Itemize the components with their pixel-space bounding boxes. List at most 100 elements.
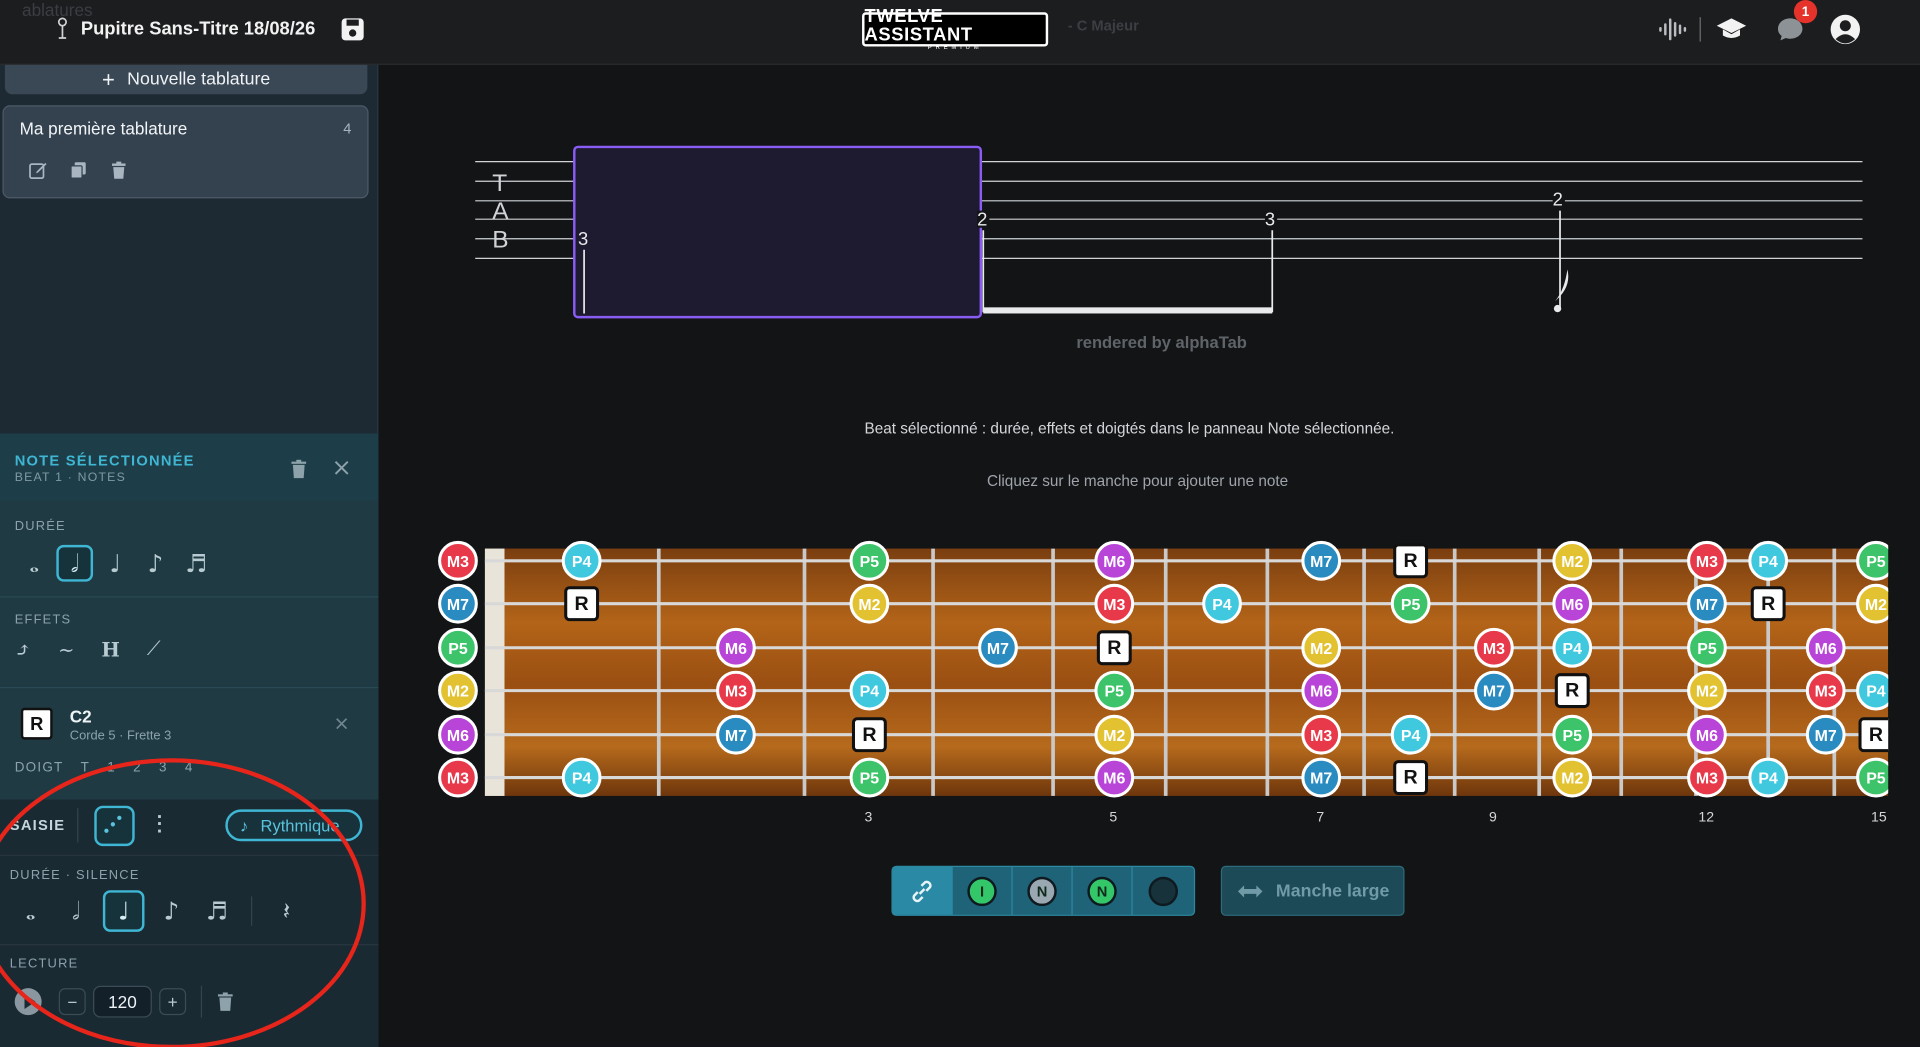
note-marker-p4[interactable]: P4 <box>1748 540 1789 581</box>
note-marker-m2[interactable]: M2 <box>1552 540 1593 581</box>
note-marker-m3[interactable]: M3 <box>1094 583 1135 624</box>
finger-2-button[interactable]: 2 <box>133 760 142 775</box>
root-note-marker[interactable]: R <box>1393 760 1429 796</box>
note-marker-p5[interactable]: P5 <box>1856 540 1889 581</box>
note-marker-m6[interactable]: M6 <box>716 627 756 668</box>
tablature-card[interactable]: Ma première tablature 4 <box>2 105 369 199</box>
tab-note[interactable]: 3 <box>1265 208 1275 229</box>
finger-thumb-button[interactable]: T <box>81 760 90 775</box>
bend-effect-button[interactable]: ⤴ <box>15 637 31 660</box>
eighth-note-button[interactable]: ♪ <box>153 893 190 930</box>
tab-note[interactable]: 2 <box>1553 189 1563 210</box>
rhythm-mode-button[interactable]: ♪ Rythmique <box>225 809 363 842</box>
note-marker-m6[interactable]: M6 <box>438 714 478 755</box>
link-button[interactable] <box>892 866 953 915</box>
finger-4-button[interactable]: 4 <box>185 760 194 775</box>
play-button[interactable] <box>14 988 42 1016</box>
note-marker-m2[interactable]: M2 <box>849 583 890 624</box>
note-marker-p4[interactable]: P4 <box>849 670 890 711</box>
tab-staff[interactable]: T A B 3 2 3 2 <box>475 137 1865 333</box>
note-marker-m2[interactable]: M2 <box>1301 627 1342 668</box>
note-marker-p4[interactable]: P4 <box>1390 714 1431 755</box>
root-note-marker[interactable]: R <box>1858 717 1889 753</box>
note-marker-m6[interactable]: M6 <box>1687 714 1727 755</box>
note-marker-p5[interactable]: P5 <box>1390 583 1431 624</box>
root-note-marker[interactable]: R <box>1096 630 1132 666</box>
tempo-input[interactable]: 120 <box>93 985 152 1018</box>
note-marker-m3[interactable]: M3 <box>438 757 478 798</box>
note-marker-p5[interactable]: P5 <box>1687 627 1727 668</box>
note-marker-m3[interactable]: M3 <box>438 540 478 581</box>
note-marker-p5[interactable]: P5 <box>438 627 478 668</box>
root-note-marker[interactable]: R <box>564 586 600 622</box>
whole-note-button[interactable]: 𝅝 <box>12 893 49 930</box>
trash-icon[interactable] <box>290 459 307 479</box>
quarter-note-button[interactable]: ♩ <box>102 890 145 932</box>
note-marker-m3[interactable]: M3 <box>1301 714 1342 755</box>
close-icon[interactable] <box>333 459 350 476</box>
half-note-button[interactable]: 𝅗𝅥 <box>58 893 95 930</box>
hide-notes-button[interactable] <box>1133 867 1193 915</box>
vibrato-effect-button[interactable]: ∼ <box>58 637 74 660</box>
note-marker-m7[interactable]: M7 <box>1301 757 1342 798</box>
close-icon[interactable] <box>334 716 349 731</box>
tab-note[interactable]: 2 <box>977 208 987 229</box>
note-marker-p5[interactable]: P5 <box>849 540 890 581</box>
note-marker-p5[interactable]: P5 <box>1094 670 1135 711</box>
root-note-marker[interactable]: R <box>1393 543 1429 579</box>
slide-effect-button[interactable]: ⟋ <box>147 637 161 661</box>
note-marker-m7[interactable]: M7 <box>716 714 756 755</box>
quarter-note-button[interactable]: ♩ <box>97 545 134 582</box>
tempo-decrease-button[interactable]: − <box>58 988 86 1016</box>
note-marker-m3[interactable]: M3 <box>1805 670 1846 711</box>
half-note-button[interactable]: 𝅗𝅥 <box>56 544 94 582</box>
clear-icon[interactable] <box>217 992 234 1012</box>
note-marker-m6[interactable]: M6 <box>1552 583 1593 624</box>
whole-note-button[interactable]: 𝅝 <box>16 545 53 582</box>
note-marker-m7[interactable]: M7 <box>1473 670 1514 711</box>
note-marker-p5[interactable]: P5 <box>849 757 890 798</box>
note-marker-m3[interactable]: M3 <box>1687 757 1727 798</box>
note-marker-m2[interactable]: M2 <box>1094 714 1135 755</box>
sixteenth-note-button[interactable]: ♬ <box>178 545 215 582</box>
save-icon[interactable] <box>339 16 366 43</box>
root-note-marker[interactable]: R <box>1554 673 1590 709</box>
duplicate-icon[interactable] <box>69 160 89 180</box>
note-marker-m3[interactable]: M3 <box>716 670 756 711</box>
eighth-note-button[interactable]: ♪ <box>137 545 174 582</box>
selected-beat-highlight[interactable] <box>573 145 983 319</box>
note-marker-m7[interactable]: M7 <box>1301 540 1342 581</box>
user-account-icon[interactable] <box>1829 13 1861 45</box>
note-marker-m6[interactable]: M6 <box>1094 540 1135 581</box>
edit-icon[interactable] <box>28 160 48 180</box>
note-marker-m6[interactable]: M6 <box>1805 627 1846 668</box>
delete-icon[interactable] <box>109 160 129 180</box>
note-marker-p5[interactable]: P5 <box>1552 714 1593 755</box>
interval-mode-button[interactable]: I <box>953 866 1013 915</box>
guitar-fretboard[interactable]: M3 M7 P5 M2 M6 M3 P4 R P4 M6 M3 M7 P5 M2 P4 R P5 M7 M6 M3 R P… <box>431 536 1889 830</box>
note-marker-m7[interactable]: M7 <box>978 627 1018 668</box>
more-options-icon[interactable]: · · · <box>157 808 164 842</box>
note-marker-m3[interactable]: M3 <box>1687 540 1727 581</box>
root-note-marker[interactable]: R <box>1750 586 1786 622</box>
tab-note[interactable]: 3 <box>578 228 588 249</box>
note-marker-m2[interactable]: M2 <box>1552 757 1593 798</box>
wide-neck-button[interactable]: Manche large <box>1220 865 1405 916</box>
root-note-marker[interactable]: R <box>851 717 887 753</box>
note-marker-p4[interactable]: P4 <box>561 540 602 581</box>
rest-button[interactable]: 𝄽 <box>268 893 305 930</box>
note-marker-m3[interactable]: M3 <box>1473 627 1514 668</box>
note-marker-p4[interactable]: P4 <box>1202 583 1242 624</box>
tempo-increase-button[interactable]: + <box>159 988 187 1016</box>
note-marker-p4[interactable]: P4 <box>561 757 602 798</box>
note-marker-p4[interactable]: P4 <box>1748 757 1789 798</box>
hammer-on-effect-button[interactable]: H <box>101 637 120 660</box>
waveform-icon[interactable] <box>1658 17 1690 41</box>
note-marker-m7[interactable]: M7 <box>438 583 478 624</box>
finger-3-button[interactable]: 3 <box>159 760 168 775</box>
note-marker-m2[interactable]: M2 <box>438 670 478 711</box>
note-marker-m7[interactable]: M7 <box>1805 714 1846 755</box>
sixteenth-note-button[interactable]: ♬ <box>198 893 235 930</box>
finger-1-button[interactable]: 1 <box>107 760 116 775</box>
scatter-mode-button[interactable] <box>94 805 135 847</box>
